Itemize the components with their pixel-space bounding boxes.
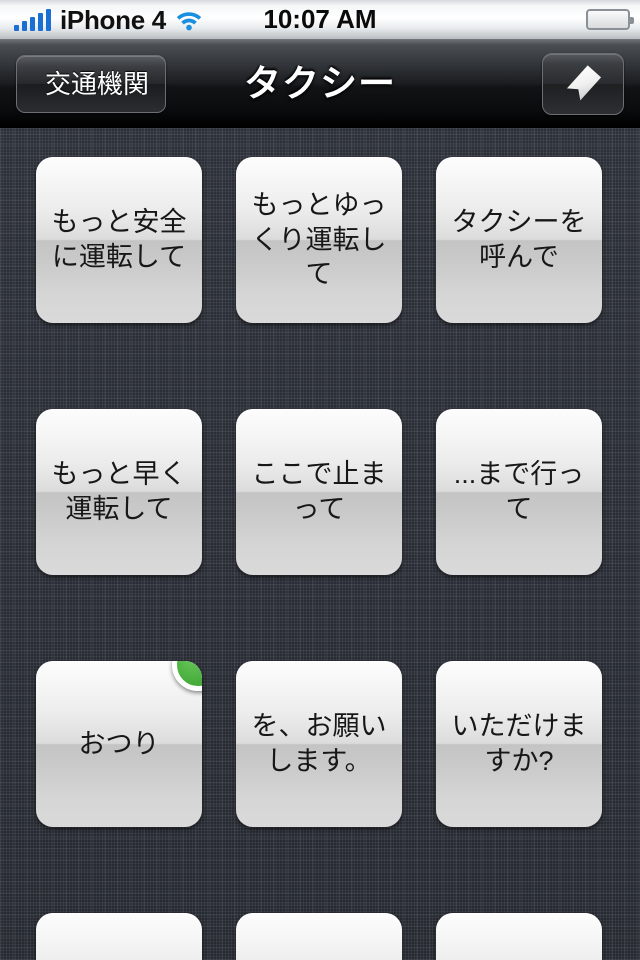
- navigation-bar: 交通機関 タクシー: [0, 40, 640, 128]
- battery-full-icon: [586, 9, 634, 30]
- phrase-tile[interactable]: を、お願いします。: [236, 661, 402, 827]
- phrase-tile-label: ...まで行って: [453, 459, 585, 524]
- phrase-grid: もっと安全に運転して もっとゆっくり運転して タクシーを呼んで もっと早く運転し…: [36, 157, 602, 960]
- page-title: タクシー: [244, 65, 396, 102]
- iphone-screen: iPhone 4 10:07 AM 交通機関 タクシー もっと安全に運転して も…: [0, 0, 640, 960]
- phrase-tile-label: いただけますか?: [451, 711, 587, 776]
- wifi-icon: [175, 9, 203, 31]
- phrase-tile-selected[interactable]: おつり: [36, 661, 202, 827]
- phrase-tile[interactable]: タクシー乗: [36, 913, 202, 960]
- phrase-tile-label: もっとゆっくり運転して: [251, 190, 387, 290]
- phrase-tile-label: を、お願いします。: [251, 711, 387, 776]
- status-bar: iPhone 4 10:07 AM: [0, 0, 640, 40]
- clock-label: 10:07 AM: [263, 4, 377, 34]
- phrase-tile-label: おつり: [78, 728, 160, 759]
- status-bar-left: iPhone 4: [10, 7, 203, 33]
- phrase-tile[interactable]: ...まで行って: [436, 409, 602, 575]
- back-button[interactable]: 交通機関: [16, 54, 167, 113]
- phrase-tile[interactable]: は、どこで: [236, 913, 402, 960]
- carrier-label: iPhone 4: [60, 4, 166, 35]
- phrase-tile-label: タクシーを呼んで: [451, 207, 587, 272]
- phrase-tile[interactable]: ここで止まって: [236, 409, 402, 575]
- phrase-grid-scroll-area[interactable]: もっと安全に運転して もっとゆっくり運転して タクシーを呼んで もっと早く運転し…: [0, 128, 640, 960]
- ribbon-bookmark-button[interactable]: [542, 52, 624, 115]
- status-bar-right: [586, 9, 634, 30]
- phrase-tile[interactable]: もっと早く運転して: [36, 409, 202, 575]
- ribbon-bookmark-icon: [561, 62, 605, 106]
- phrase-tile[interactable]: いただけますか?: [436, 661, 602, 827]
- signal-bars-icon: [10, 8, 51, 31]
- phrase-tile[interactable]: もっと安全に運転して: [36, 157, 202, 323]
- phrase-tile[interactable]: いくらです: [436, 913, 602, 960]
- phrase-tile[interactable]: タクシーを呼んで: [436, 157, 602, 323]
- back-button-label: 交通機関: [45, 68, 150, 99]
- green-selection-badge-icon: [172, 661, 202, 691]
- phrase-tile-label: もっと安全に運転して: [51, 207, 187, 272]
- phrase-tile-label: ここで止まって: [251, 459, 387, 524]
- phrase-tile[interactable]: もっとゆっくり運転して: [236, 157, 402, 323]
- phrase-tile-label: もっと早く運転して: [51, 459, 187, 524]
